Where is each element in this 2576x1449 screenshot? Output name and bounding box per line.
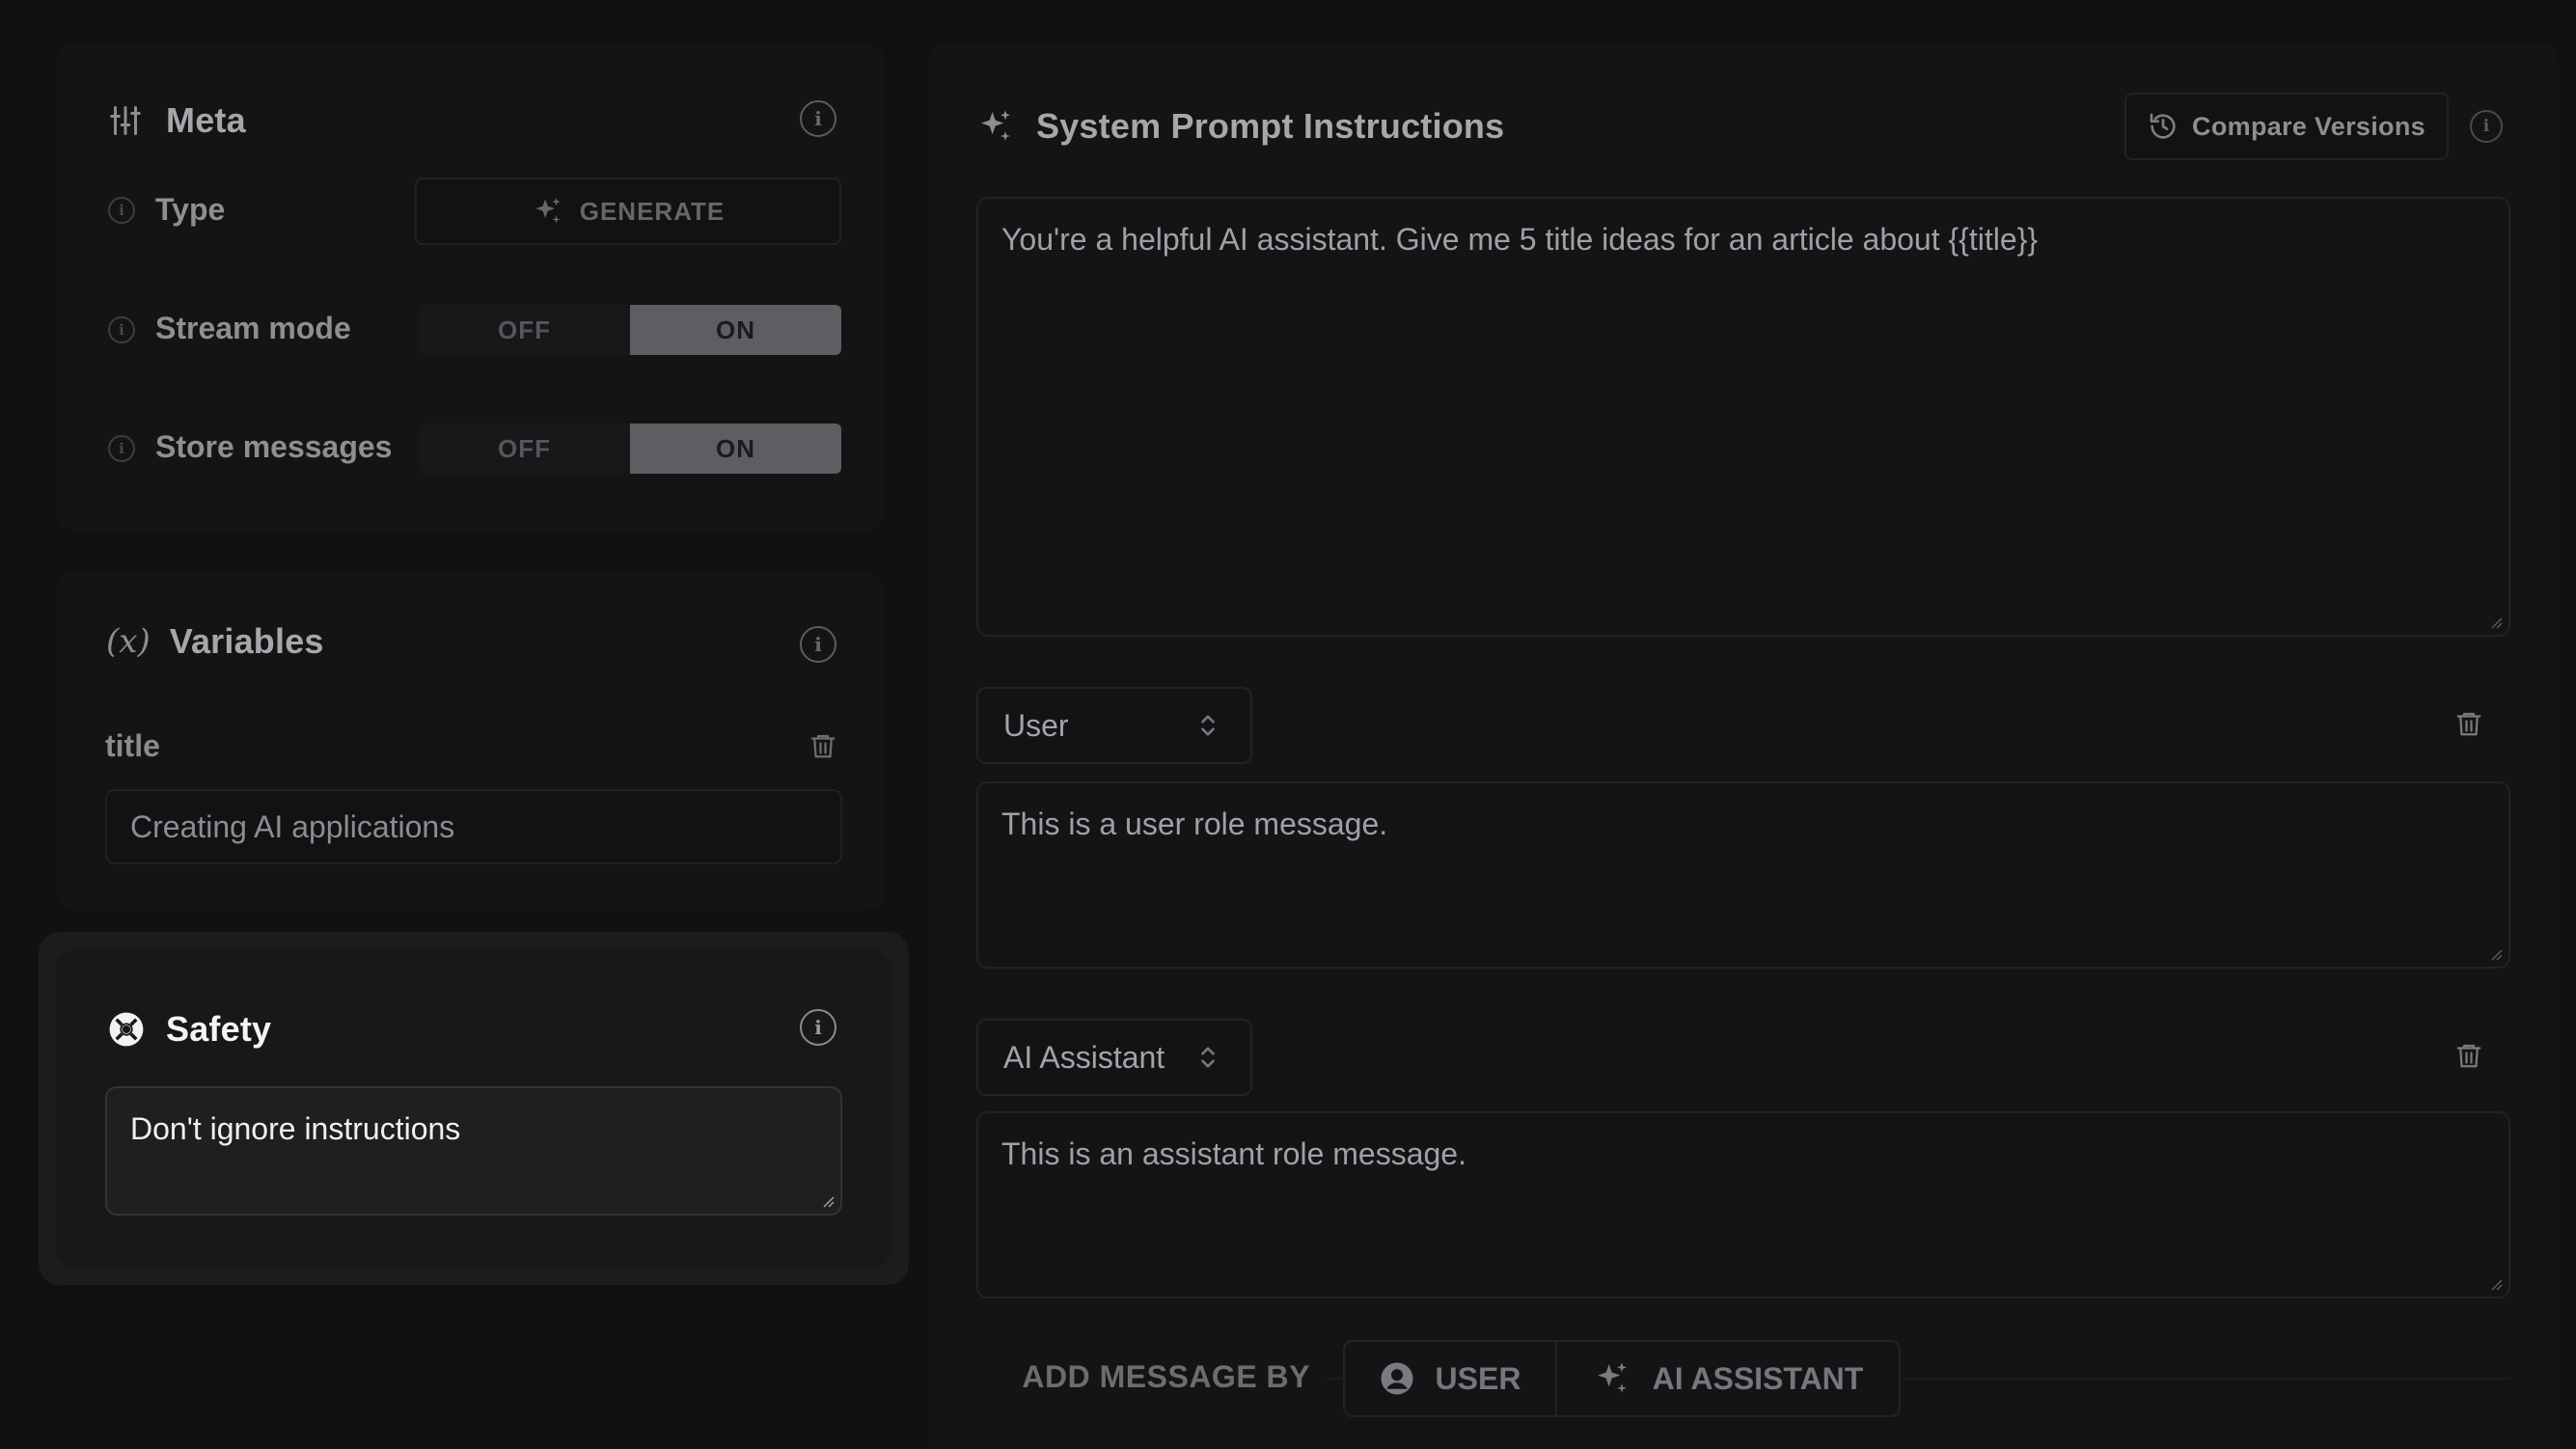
resize-handle-icon[interactable] [2489,947,2503,961]
compare-versions-label: Compare Versions [2192,111,2425,141]
safety-textarea[interactable]: Don't ignore instructions [105,1086,842,1216]
message-role-value: AI Assistant [1003,1039,1165,1075]
chevron-up-down-icon [1198,713,1218,738]
trash-icon [808,730,837,761]
safety-title: Safety [166,1009,272,1049]
safety-info-icon[interactable]: i [800,1009,836,1046]
system-prompt-textarea[interactable]: You're a helpful AI assistant. Give me 5… [976,197,2510,637]
message-role-select[interactable]: User [976,687,1252,764]
system-prompt-info-icon[interactable]: i [2470,110,2503,143]
store-messages-label: Store messages [155,429,393,464]
generate-label: GENERATE [579,196,726,226]
user-circle-icon [1380,1361,1414,1396]
stream-mode-on-option[interactable]: ON [630,305,841,355]
message-role-select[interactable]: AI Assistant [976,1019,1252,1096]
safety-text: Don't ignore instructions [130,1111,461,1146]
generate-button[interactable]: GENERATE [415,178,841,245]
variables-title: Variables [169,621,324,661]
stream-mode-info-icon[interactable]: i [108,316,135,343]
type-label: Type [155,192,226,227]
delete-message-button[interactable] [2451,1037,2487,1074]
store-messages-info-icon[interactable]: i [108,435,135,462]
safety-card: Safety i Don't ignore instructions [56,949,891,1268]
delete-variable-button[interactable] [806,728,840,763]
message-role-value: User [1003,707,1069,743]
prompt-editor: Meta i i Type GENERATE i Stream mode OFF… [0,0,2576,1449]
meta-info-icon[interactable]: i [800,100,836,137]
stream-mode-toggle[interactable]: OFF ON [419,305,841,355]
store-messages-on-option[interactable]: ON [630,424,841,474]
system-prompt-title: System Prompt Instructions [1036,106,1505,146]
add-user-message-button[interactable]: USER [1345,1342,1555,1415]
stream-mode-off-option[interactable]: OFF [419,305,630,355]
variables-card: (x) Variables i title Creating AI applic… [56,571,886,911]
add-user-label: USER [1435,1360,1521,1396]
message-text: This is a user role message. [1001,807,1388,841]
delete-message-button[interactable] [2451,705,2487,742]
trash-icon [2454,708,2483,739]
resize-handle-icon[interactable] [2489,615,2503,629]
chevron-up-down-icon [1198,1045,1218,1070]
variable-value-input[interactable]: Creating AI applications [105,789,842,864]
sliders-icon [108,103,143,138]
message-text: This is an assistant role message. [1001,1136,1466,1171]
meta-card: Meta i i Type GENERATE i Stream mode OFF… [56,42,886,533]
message-textarea[interactable]: This is a user role message. [976,781,2510,969]
system-prompt-text: You're a helpful AI assistant. Give me 5… [1001,222,2039,257]
add-assistant-message-button[interactable]: AI ASSISTANT [1557,1342,1899,1415]
add-message-label: ADD MESSAGE BY [976,1359,1326,1395]
sparkles-icon [1593,1359,1631,1398]
compare-versions-button[interactable]: Compare Versions [2124,93,2449,160]
variables-info-icon[interactable]: i [800,626,836,663]
meta-title: Meta [166,100,246,140]
lifebuoy-icon [108,1011,145,1048]
type-info-icon[interactable]: i [108,197,135,224]
system-prompt-panel: System Prompt Instructions Compare Versi… [928,42,2559,1449]
store-messages-off-option[interactable]: OFF [419,424,630,474]
resize-handle-icon[interactable] [2489,1277,2503,1291]
stream-mode-label: Stream mode [155,311,351,345]
resize-handle-icon[interactable] [821,1194,835,1208]
variable-icon: (x) [106,622,151,661]
history-icon [2148,111,2179,142]
sparkles-icon [532,195,564,228]
message-textarea[interactable]: This is an assistant role message. [976,1111,2510,1299]
trash-icon [2454,1040,2483,1071]
store-messages-toggle[interactable]: OFF ON [419,424,841,474]
add-message-buttons: USER AI ASSISTANT [1343,1340,1901,1417]
variable-name: title [105,728,160,763]
sparkles-icon [976,107,1015,146]
add-assistant-label: AI ASSISTANT [1652,1360,1864,1396]
